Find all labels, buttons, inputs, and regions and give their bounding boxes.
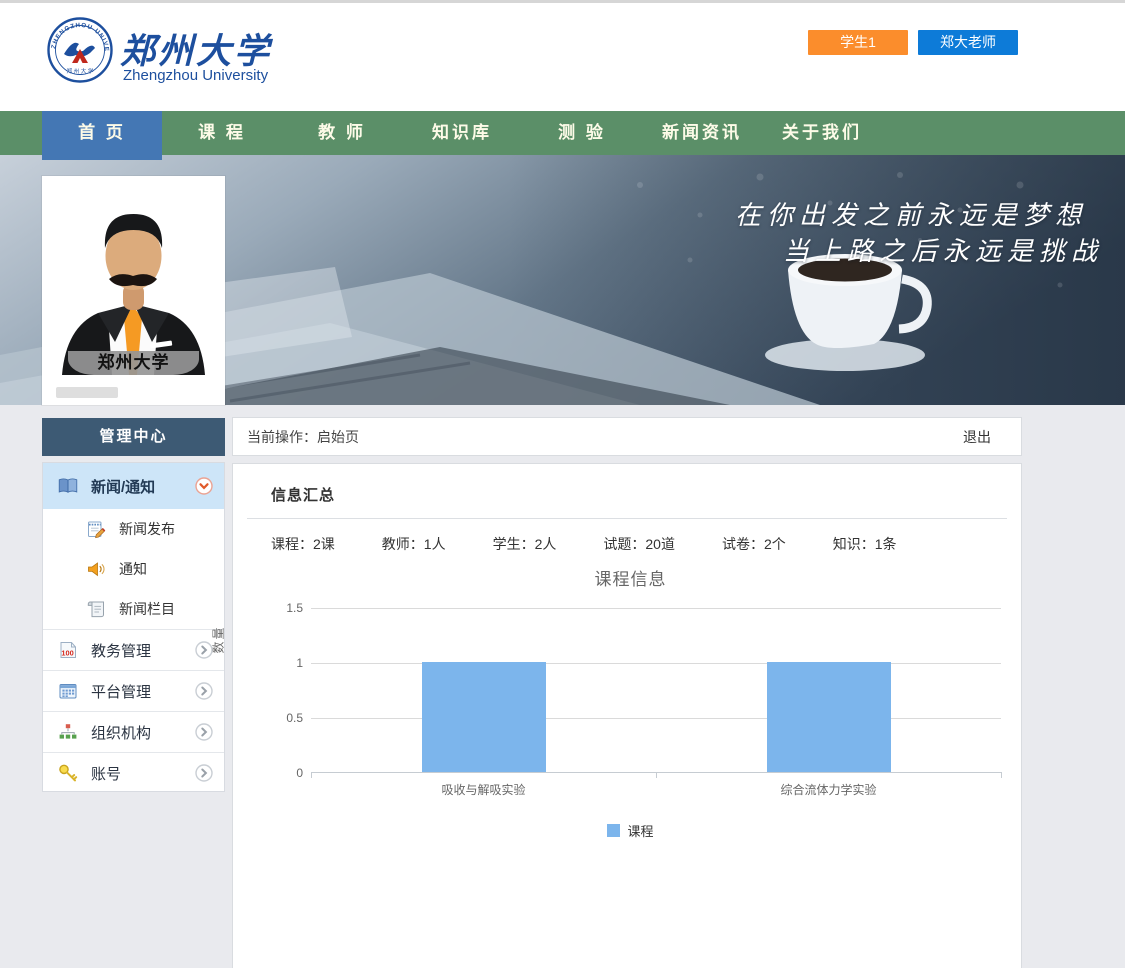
news-edit-icon <box>85 518 107 540</box>
chevron-right-icon[interactable] <box>195 764 213 782</box>
speaker-icon <box>85 558 107 580</box>
nav-item-news[interactable]: 新闻资讯 <box>642 111 762 155</box>
x-axis-tick <box>656 772 657 778</box>
chart-bar[interactable] <box>767 662 891 772</box>
sidebar-item-account[interactable]: 账号 <box>43 752 224 793</box>
chevron-right-icon[interactable] <box>195 723 213 741</box>
chevron-right-icon[interactable] <box>195 682 213 700</box>
stat-students: 学生：2人 <box>493 534 557 554</box>
top-header: ZHENGZHOU UNIVERSITY 郑 州 大 学 郑州大学 Zhengz… <box>0 0 1125 111</box>
university-emblem-icon: ZHENGZHOU UNIVERSITY 郑 州 大 学 <box>46 16 114 84</box>
banner-quote-line2: 当上路之后永远是挑战 <box>783 231 1103 268</box>
chart-plot: 1.510.50吸收与解吸实验综合流体力学实验 <box>311 608 1001 773</box>
scroll-icon <box>85 598 107 620</box>
key-icon <box>57 762 79 784</box>
x-axis-tick <box>1001 772 1002 778</box>
calendar-icon <box>57 680 79 702</box>
sidebar-item-organization[interactable]: 组织机构 <box>43 711 224 752</box>
legend-swatch <box>607 824 620 837</box>
score-icon: 100 <box>57 639 79 661</box>
chevron-down-icon[interactable] <box>195 477 213 495</box>
stat-papers: 试卷：2个 <box>722 534 786 554</box>
sidebar-item-label: 账号 <box>91 763 121 784</box>
y-tick-label: 0.5 <box>265 711 303 725</box>
nav-item-knowledge[interactable]: 知识库 <box>402 111 522 155</box>
y-tick-label: 1.5 <box>265 601 303 615</box>
sidebar-item-academic-mgmt[interactable]: 100 教务管理 <box>43 629 224 670</box>
course-chart: 课程信息 数量 1.510.50吸收与解吸实验综合流体力学实验 课程 <box>258 559 1003 849</box>
chart-legend[interactable]: 课程 <box>258 821 1003 840</box>
stat-questions: 试题：20道 <box>603 534 675 554</box>
x-axis-tick <box>311 772 312 778</box>
sidebar-item-news-column[interactable]: 新闻栏目 <box>43 589 224 629</box>
sidebar-item-notice[interactable]: 通知 <box>43 549 224 589</box>
banner-quote-line1: 在你出发之前永远是梦想 <box>735 195 1103 232</box>
avatar-caption: 郑州大学 <box>68 351 199 375</box>
summary-stats: 课程：2课 教师：1人 学生：2人 试题：20道 试卷：2个 知识：1条 <box>233 519 1021 554</box>
sidebar-item-label: 新闻栏目 <box>119 599 175 619</box>
role-button-teacher[interactable]: 郑大老师 <box>918 30 1018 55</box>
avatar <box>42 176 225 375</box>
svg-text:郑 州 大 学: 郑 州 大 学 <box>66 67 93 75</box>
nav-item-teachers[interactable]: 教 师 <box>282 111 402 155</box>
sidebar-item-label: 教务管理 <box>91 640 151 661</box>
orgchart-icon <box>57 721 79 743</box>
sidebar-item-label: 平台管理 <box>91 681 151 702</box>
stat-teachers: 教师：1人 <box>382 534 446 554</box>
sidebar-item-label: 组织机构 <box>91 722 151 743</box>
main-content: 信息汇总 课程：2课 教师：1人 学生：2人 试题：20道 试卷：2个 知识：1条 课程信… <box>232 463 1022 968</box>
sidebar-item-platform-mgmt[interactable]: 平台管理 <box>43 670 224 711</box>
summary-title: 信息汇总 <box>233 464 1021 505</box>
exit-button[interactable]: 退出 <box>963 427 991 447</box>
chart-gridline <box>311 663 1001 664</box>
sidebar-item-news-notice[interactable]: 新闻/通知 <box>43 463 224 509</box>
role-button-student[interactable]: 学生1 <box>808 30 908 55</box>
nav-item-courses[interactable]: 课 程 <box>162 111 282 155</box>
y-tick-label: 0 <box>265 766 303 780</box>
chart-title: 课程信息 <box>258 565 1003 590</box>
book-icon <box>57 475 79 497</box>
nav-item-home[interactable]: 首 页 <box>42 111 162 160</box>
sidebar-menu: 新闻/通知新闻发布通知新闻栏目 100 教务管理平台管理组织机构账号 <box>42 462 225 792</box>
x-category-label: 吸收与解吸实验 <box>374 781 594 798</box>
y-axis-label: 数量 <box>210 617 227 663</box>
operation-bar: 当前操作：启始页 退出 <box>232 417 1022 456</box>
svg-text:100: 100 <box>61 648 73 657</box>
chart-gridline <box>311 718 1001 719</box>
y-tick-label: 1 <box>265 656 303 670</box>
sidebar-title: 管理中心 <box>42 418 225 456</box>
page: ZHENGZHOU UNIVERSITY 郑 州 大 学 郑州大学 Zhengz… <box>0 0 1125 968</box>
watermark <box>56 387 118 398</box>
sidebar-item-news-publish[interactable]: 新闻发布 <box>43 509 224 549</box>
avatar-card: 郑州大学 <box>42 176 225 405</box>
sidebar-item-label: 新闻/通知 <box>91 476 155 497</box>
current-operation-label: 当前操作：启始页 <box>247 427 359 447</box>
sidebar-item-label: 通知 <box>119 559 147 579</box>
legend-label: 课程 <box>627 821 653 840</box>
sidebar-item-label: 新闻发布 <box>119 519 175 539</box>
x-category-label: 综合流体力学实验 <box>719 781 939 798</box>
nav-item-quiz[interactable]: 测 验 <box>522 111 642 155</box>
logo-en-text: Zhengzhou University <box>123 67 268 84</box>
chart-gridline <box>311 608 1001 609</box>
stat-courses: 课程：2课 <box>271 534 335 554</box>
main-nav: 首 页课 程教 师知识库测 验新闻资讯关于我们 <box>0 111 1125 155</box>
stat-knowledge: 知识：1条 <box>833 534 897 554</box>
nav-item-about[interactable]: 关于我们 <box>762 111 882 155</box>
chart-bar[interactable] <box>422 662 546 772</box>
